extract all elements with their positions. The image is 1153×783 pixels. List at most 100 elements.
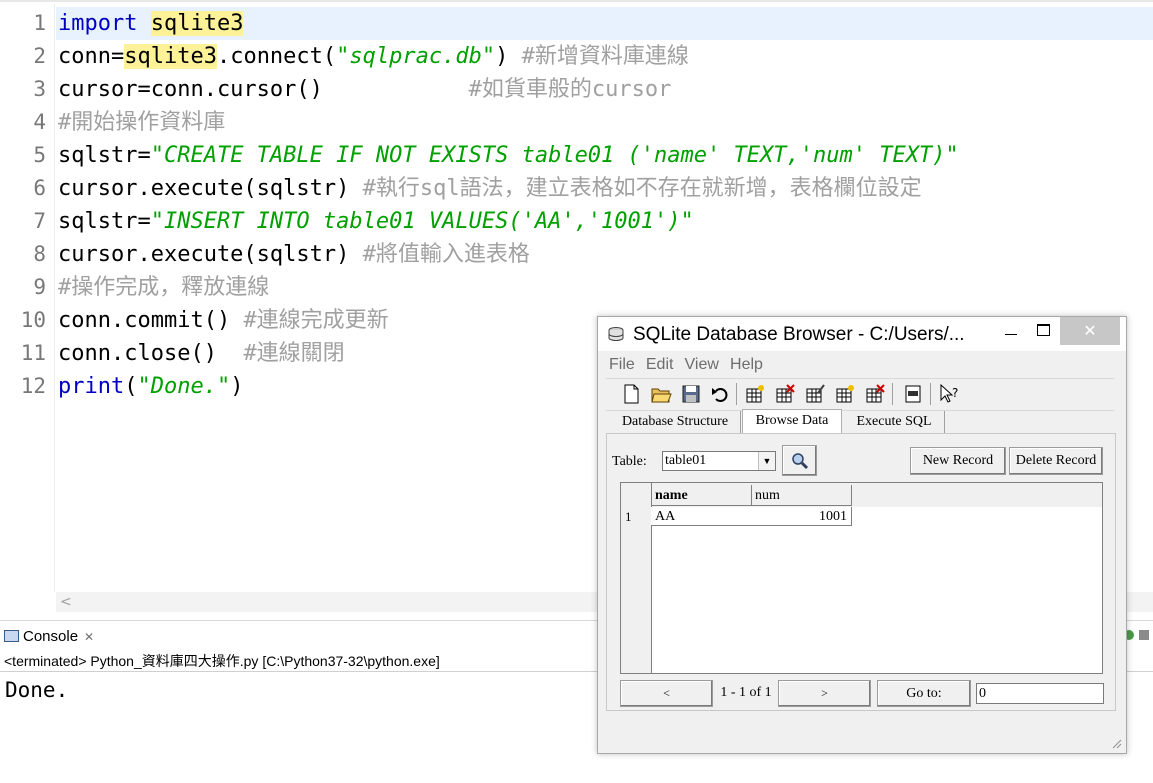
code-token: "INSERT INTO table01 VALUES('AA','1001')… — [150, 209, 694, 234]
code-token: sqlstr= — [58, 143, 151, 168]
scroll-left-arrow-icon[interactable]: < — [60, 592, 72, 612]
data-grid[interactable]: name num 1 AA 1001 — [620, 482, 1103, 674]
code-line[interactable]: #操作完成，釋放連線 — [58, 271, 269, 304]
save-icon[interactable] — [680, 383, 702, 405]
menu-help[interactable]: Help — [727, 351, 766, 377]
code-token: cursor=conn.cursor() — [58, 77, 469, 102]
dropdown-arrow-icon[interactable]: ▼ — [758, 452, 775, 470]
window-title: SQLite Database Browser - C:/Users/... — [633, 324, 965, 345]
log-icon[interactable] — [902, 383, 924, 405]
search-icon — [792, 453, 809, 470]
code-token: #連線完成更新 — [243, 308, 389, 333]
delete-table-icon[interactable] — [774, 383, 796, 405]
table-select-value: table01 — [665, 453, 707, 468]
toolbar-separator — [892, 383, 893, 405]
create-table-icon[interactable] — [744, 383, 766, 405]
code-token: "Done." — [137, 374, 231, 399]
code-token: conn.close() — [58, 341, 244, 366]
code-token: import — [58, 11, 138, 36]
console-tab[interactable]: Console ✕ — [4, 625, 94, 649]
open-folder-icon[interactable] — [650, 383, 672, 405]
menu-file[interactable]: File — [606, 351, 638, 377]
goto-input[interactable]: 0 — [976, 683, 1104, 704]
delete-record-button[interactable]: Delete Record — [1009, 447, 1103, 475]
minimize-icon — [1005, 334, 1017, 335]
row-number[interactable]: 1 — [625, 509, 632, 525]
code-line[interactable]: cursor.execute(sqlstr) #將值輸入進表格 — [58, 238, 530, 271]
maximize-button[interactable] — [1028, 317, 1058, 345]
code-token: cursor.execute(sqlstr) — [58, 242, 363, 267]
new-file-icon[interactable] — [620, 383, 642, 405]
table-cell-name[interactable]: AA — [651, 507, 752, 526]
code-token: sqlstr= — [58, 209, 151, 234]
column-header-name[interactable]: name — [651, 485, 752, 506]
maximize-icon — [1037, 324, 1050, 336]
code-token: "sqlprac.db" — [336, 44, 496, 69]
code-line[interactable]: sqlstr="CREATE TABLE IF NOT EXISTS table… — [58, 139, 959, 172]
line-number: 7 — [33, 209, 46, 233]
page-info: 1 - 1 of 1 — [720, 685, 772, 700]
console-status: <terminated> Python_資料庫四大操作.py [C:\Pytho… — [4, 653, 440, 669]
code-token: print — [58, 374, 125, 399]
code-token: ) — [495, 44, 522, 69]
code-line[interactable]: sqlstr="INSERT INTO table01 VALUES('AA',… — [58, 205, 694, 238]
line-number: 8 — [33, 242, 46, 266]
table-cell-num[interactable]: 1001 — [751, 507, 852, 526]
code-token: #操作完成，釋放連線 — [58, 275, 270, 300]
code-line[interactable]: cursor.execute(sqlstr) #執行sql語法，建立表格如不存在… — [58, 172, 922, 205]
goto-button[interactable]: Go to: — [877, 680, 971, 707]
line-number: 3 — [33, 77, 46, 101]
code-line[interactable]: cursor=conn.cursor() #如貨車般的cursor — [58, 73, 671, 106]
whats-this-help-icon[interactable]: ? — [938, 383, 960, 405]
next-page-button[interactable]: > — [778, 680, 871, 707]
code-token: "CREATE TABLE IF NOT EXISTS table01 ('na… — [150, 143, 959, 168]
table-select[interactable]: table01 ▼ — [662, 451, 776, 471]
modify-table-icon[interactable] — [804, 383, 826, 405]
line-number: 9 — [33, 275, 46, 299]
toolbar: ? — [606, 378, 1114, 411]
code-line[interactable]: conn.close() #連線關閉 — [58, 337, 345, 370]
code-line[interactable]: conn.commit() #連線完成更新 — [58, 304, 389, 337]
console-action-icon[interactable] — [1123, 627, 1151, 643]
code-line[interactable]: #開始操作資料庫 — [58, 106, 225, 139]
code-token: #開始操作資料庫 — [58, 110, 226, 135]
tab-browse-data[interactable]: Browse Data — [742, 409, 842, 434]
code-token: conn= — [58, 44, 125, 69]
close-window-button[interactable]: ✕ — [1060, 317, 1120, 345]
code-token: cursor.execute(sqlstr) — [58, 176, 363, 201]
close-icon[interactable]: ✕ — [84, 630, 94, 644]
line-number: 10 — [20, 308, 46, 332]
resize-grip-icon[interactable] — [1110, 737, 1122, 749]
line-number-gutter: 1 2 3 4 5 6 7 8 9 10 11 12 — [0, 4, 55, 592]
line-number: 2 — [33, 44, 46, 68]
code-token: sqlite3 — [150, 11, 244, 36]
sqlite-browser-window[interactable]: SQLite Database Browser - C:/Users/... ✕… — [597, 316, 1127, 754]
window-titlebar[interactable]: SQLite Database Browser - C:/Users/... ✕ — [598, 317, 1126, 351]
new-record-button[interactable]: New Record — [910, 447, 1006, 475]
line-number: 5 — [33, 143, 46, 167]
code-token: #新增資料庫連線 — [521, 44, 689, 69]
create-index-icon[interactable] — [834, 383, 856, 405]
column-header-num[interactable]: num — [751, 485, 852, 506]
tab-bar: Database Structure Browse Data Execute S… — [606, 409, 1114, 434]
delete-index-icon[interactable] — [864, 383, 886, 405]
code-line[interactable]: print("Done.") — [58, 370, 243, 403]
editor-top-border — [0, 0, 1153, 2]
console-toolbar-icons[interactable] — [1123, 627, 1151, 647]
console-output: Done. — [5, 678, 69, 702]
menu-edit[interactable]: Edit — [643, 351, 677, 377]
code-line[interactable]: import sqlite3 — [58, 7, 244, 40]
search-button[interactable] — [782, 445, 817, 476]
previous-page-button[interactable]: < — [620, 680, 713, 707]
tab-execute-sql[interactable]: Execute SQL — [844, 411, 945, 433]
code-line[interactable]: conn=sqlite3.connect("sqlprac.db") #新增資料… — [58, 40, 689, 73]
tab-database-structure[interactable]: Database Structure — [610, 411, 741, 433]
line-number: 6 — [33, 176, 46, 200]
undo-icon[interactable] — [710, 383, 732, 405]
line-number: 12 — [20, 374, 46, 398]
code-token: ( — [124, 374, 138, 399]
menu-view[interactable]: View — [682, 351, 722, 377]
database-icon — [608, 327, 624, 341]
line-number: 4 — [33, 110, 46, 134]
minimize-button[interactable] — [996, 317, 1026, 345]
